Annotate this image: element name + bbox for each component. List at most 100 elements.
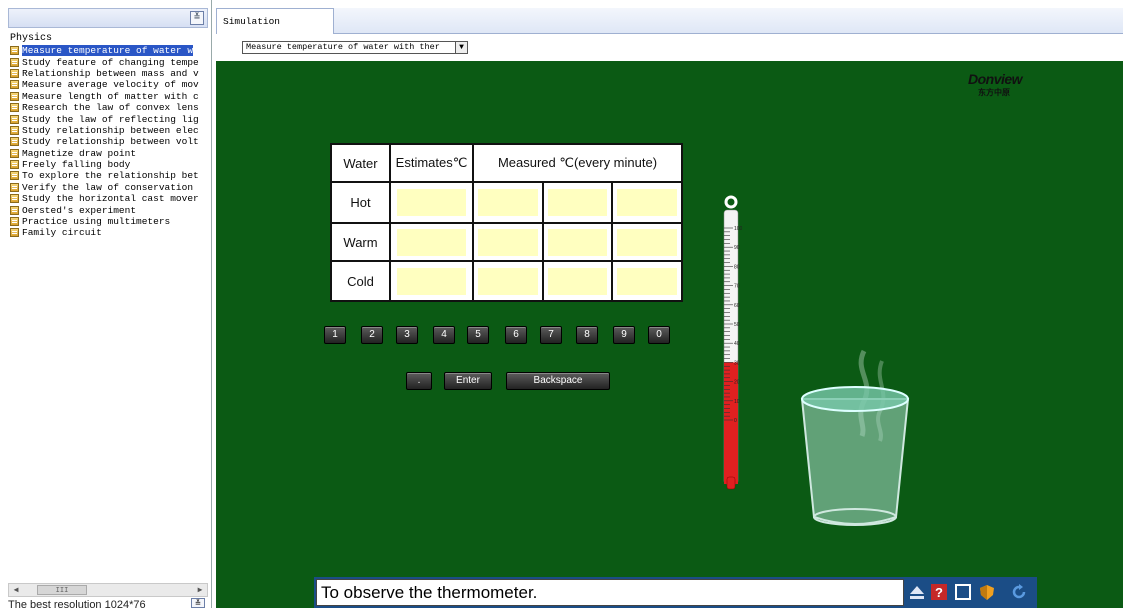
scale-label: 40: [734, 341, 740, 347]
experiment-icon: [10, 194, 19, 204]
sidebar-item[interactable]: Measure length of matter with c: [10, 91, 208, 102]
sidebar-item-label: Measure length of matter with c: [22, 90, 199, 102]
resolution-button[interactable]: ≚: [191, 598, 205, 609]
row-label-hot: Hot: [330, 181, 391, 224]
digit-button-7[interactable]: 7: [540, 326, 562, 344]
donview-logo: Donview: [968, 71, 1023, 87]
estimate-cell-cold[interactable]: [389, 260, 474, 302]
scale-label: 10: [734, 399, 740, 405]
experiment-icon: [10, 228, 19, 238]
thermometer-bulb: [726, 476, 736, 490]
donview-logo-sub: 东方中原: [978, 88, 1010, 97]
tab-simulation-experiment[interactable]: Simulation experiment: [216, 8, 334, 53]
chevron-down-icon[interactable]: ▼: [455, 42, 467, 53]
digit-button-9[interactable]: 9: [613, 326, 635, 344]
panel-header: ≚: [8, 8, 208, 28]
digit-button-2[interactable]: 2: [361, 326, 383, 344]
tab-bar: Simulation experiment: [216, 8, 1123, 53]
sidebar-item[interactable]: Measure average velocity of mov: [10, 79, 208, 90]
digit-button-1[interactable]: 1: [324, 326, 346, 344]
sidebar-item[interactable]: Verify the law of conservation: [10, 182, 208, 193]
scale-label: 50: [734, 322, 740, 328]
scroll-left-icon[interactable]: ◀: [11, 585, 21, 595]
scale-label: 70: [734, 284, 740, 290]
sidebar-item-label: Verify the law of conservation: [22, 181, 194, 193]
measured-cell[interactable]: [472, 221, 544, 263]
experiment-icon: [10, 160, 19, 170]
measured-cell[interactable]: [611, 181, 683, 224]
measured-cell[interactable]: [472, 260, 544, 302]
sidebar-item-label: Measure average velocity of mov: [22, 79, 199, 91]
digit-button-3[interactable]: 3: [396, 326, 418, 344]
instruction-text: To observe the thermometer.: [316, 579, 904, 606]
toolbar: Measure temperature of water with ther ▼: [216, 34, 1123, 60]
category-label: Physics: [10, 33, 53, 44]
measured-cell[interactable]: [541, 221, 614, 263]
horizontal-scrollbar[interactable]: ◀ III ▶: [8, 583, 208, 597]
digit-button-0[interactable]: 0: [648, 326, 670, 344]
sidebar-item-label: Research the law of convex lens: [22, 102, 199, 114]
experiment-select[interactable]: Measure temperature of water with ther ▼: [242, 41, 468, 54]
temperature-table: Water Estimates℃ Measured ℃(every minute…: [330, 142, 683, 302]
sidebar-item[interactable]: Practice using multimeters: [10, 216, 208, 227]
experiment-tree: Measure temperature of water w Study feat…: [10, 45, 208, 239]
scroll-right-icon[interactable]: ▶: [195, 585, 205, 595]
sidebar-item[interactable]: Measure temperature of water w: [10, 45, 208, 57]
dot-button[interactable]: .: [406, 372, 432, 390]
thermometer-ring: [724, 195, 738, 209]
help-icon[interactable]: ?: [930, 583, 948, 601]
refresh-icon[interactable]: [1010, 583, 1028, 601]
scale-label: 60: [734, 303, 740, 309]
experiment-icon: [10, 91, 19, 101]
sidebar-item-label: Magnetize draw point: [22, 147, 137, 159]
sidebar-item-label: Study the horizontal cast mover: [22, 193, 199, 205]
thermometer: 1009080706050403020100: [723, 195, 743, 490]
sidebar-item[interactable]: Study the law of reflecting lig: [10, 113, 208, 125]
experiment-icon: [10, 46, 19, 56]
sidebar-item[interactable]: Relationship between mass and v: [10, 68, 208, 79]
digit-button-4[interactable]: 4: [433, 326, 455, 344]
scale-label: 90: [734, 245, 740, 251]
water-surface: [801, 386, 909, 412]
estimate-cell-hot[interactable]: [389, 181, 474, 224]
sidebar-item[interactable]: Family circuit: [10, 227, 208, 238]
note-icon[interactable]: [954, 583, 972, 601]
header-estimates: Estimates℃: [389, 142, 474, 184]
measured-cell[interactable]: [611, 260, 683, 302]
row-label-warm: Warm: [330, 221, 391, 263]
scale-label: 20: [734, 380, 740, 386]
experiment-icon: [10, 171, 19, 181]
scroll-thumb[interactable]: III: [37, 585, 87, 595]
enter-button[interactable]: Enter: [444, 372, 492, 390]
sidebar-item[interactable]: Study relationship between elec: [10, 125, 208, 136]
experiment-icon: [10, 137, 19, 147]
digit-button-6[interactable]: 6: [505, 326, 527, 344]
measured-cell[interactable]: [541, 181, 614, 224]
sidebar-item[interactable]: To explore the relationship bet: [10, 170, 208, 181]
experiment-icon: [10, 57, 19, 67]
digit-button-5[interactable]: 5: [467, 326, 489, 344]
sidebar-item-label: Practice using multimeters: [22, 216, 171, 228]
shield-icon[interactable]: [978, 583, 996, 601]
digit-button-8[interactable]: 8: [576, 326, 598, 344]
left-panel: ≚ Physics Measure temperature of water w…: [0, 0, 212, 609]
measured-cell[interactable]: [611, 221, 683, 263]
sidebar-item-label: Measure temperature of water w: [22, 45, 194, 57]
measured-cell[interactable]: [472, 181, 544, 224]
measured-cell[interactable]: [541, 260, 614, 302]
collapse-button[interactable]: ≚: [190, 11, 204, 25]
sidebar-item-label: Family circuit: [22, 227, 102, 239]
sidebar-item[interactable]: Study relationship between volt: [10, 136, 208, 147]
backspace-button[interactable]: Backspace: [506, 372, 610, 390]
sidebar-item[interactable]: Study feature of changing tempe: [10, 56, 208, 68]
experiment-icon: [10, 114, 19, 124]
sidebar-item[interactable]: Freely falling body: [10, 159, 208, 170]
experiment-icon: [10, 80, 19, 90]
eject-icon[interactable]: [908, 583, 926, 601]
header-measured: Measured ℃(every minute): [472, 142, 683, 184]
sidebar-item[interactable]: Research the law of convex lens: [10, 102, 208, 113]
sidebar-item[interactable]: Oersted's experiment: [10, 204, 208, 216]
sidebar-item[interactable]: Magnetize draw point: [10, 148, 208, 159]
estimate-cell-warm[interactable]: [389, 221, 474, 263]
sidebar-item[interactable]: Study the horizontal cast mover: [10, 193, 208, 204]
